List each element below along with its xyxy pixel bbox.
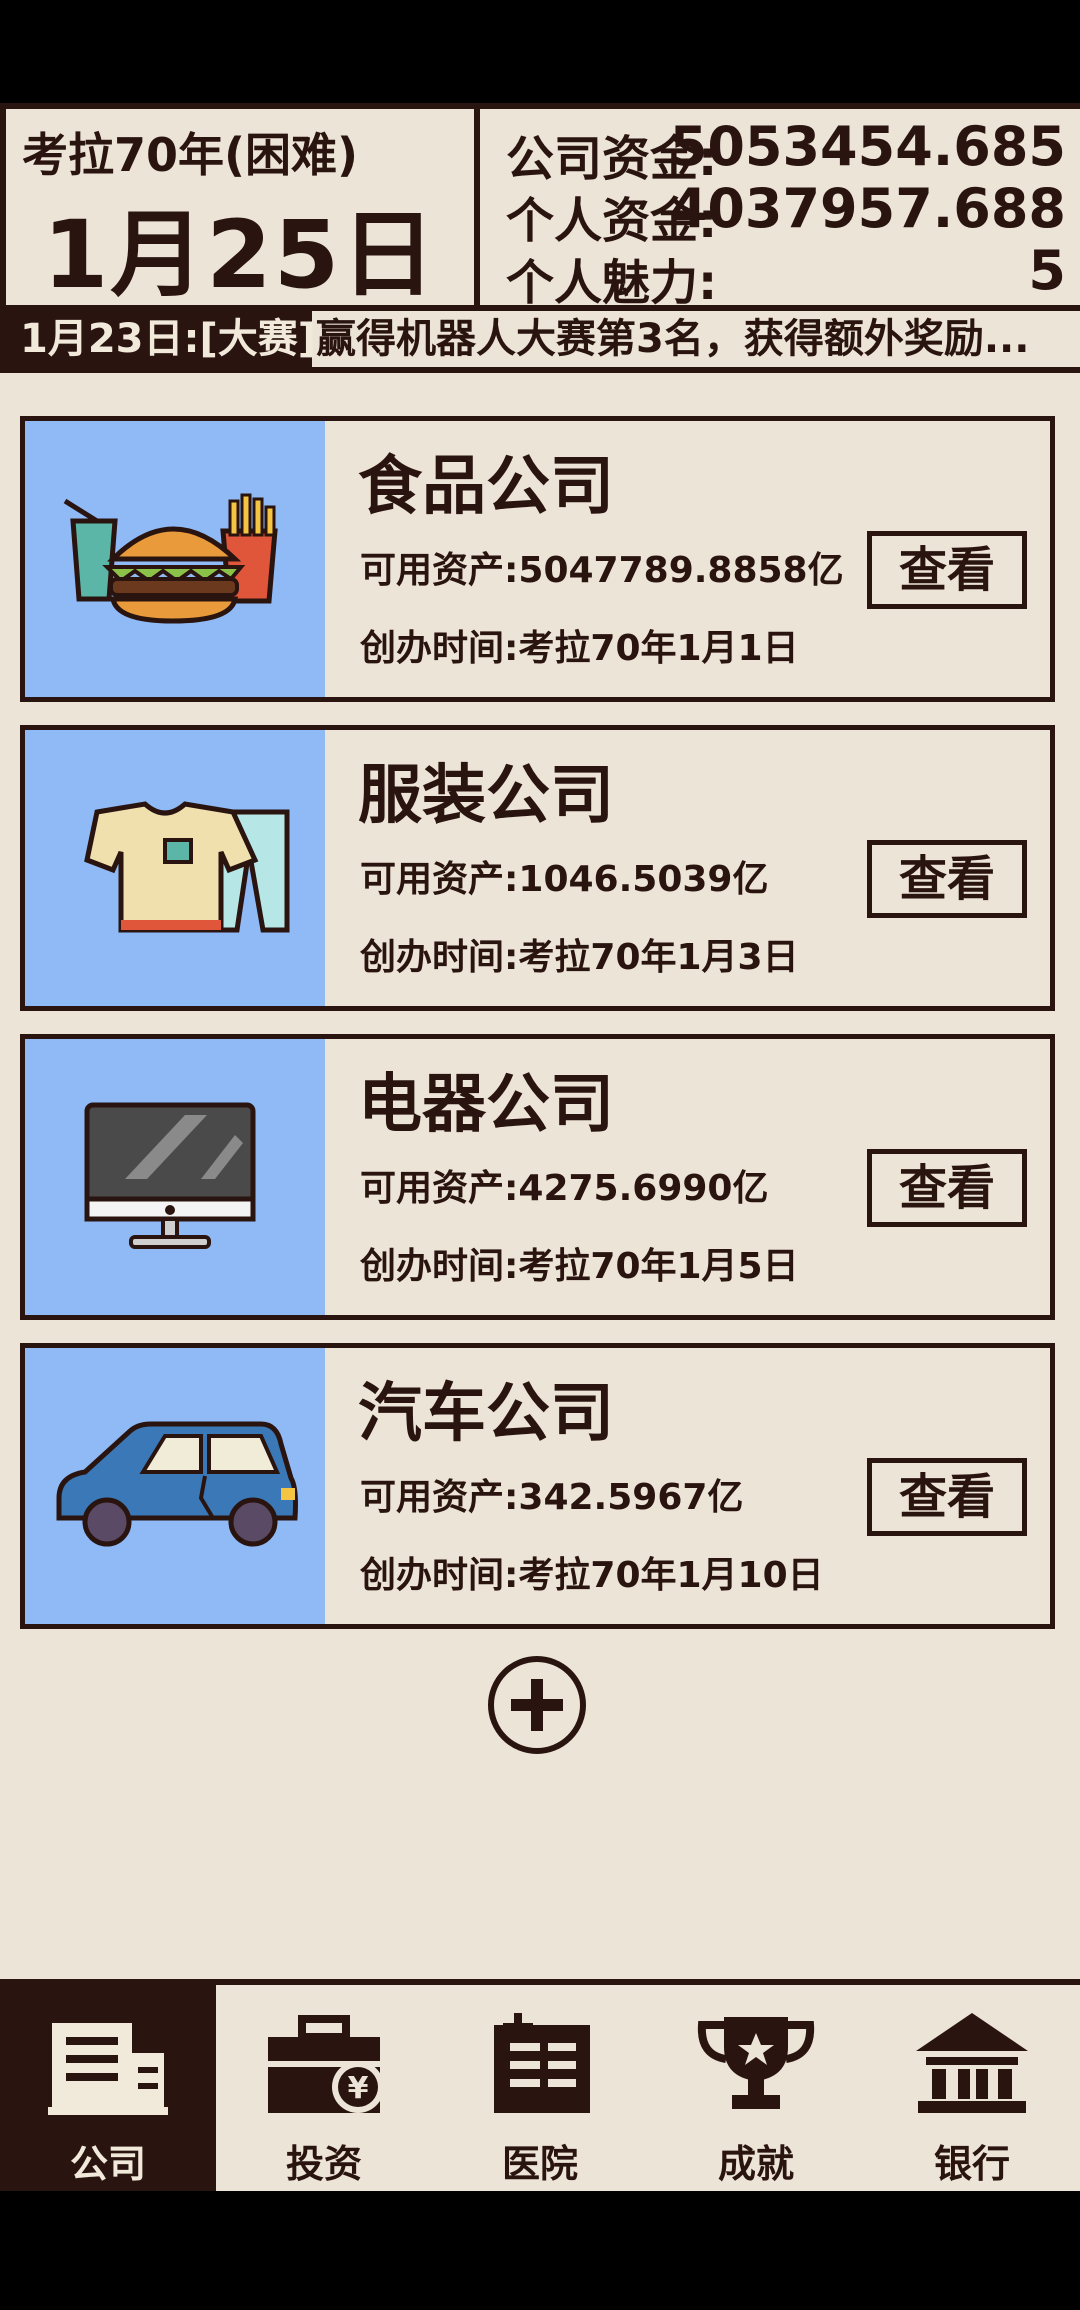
- ticker-text: 赢得机器人大赛第3名，获得额外奖励...: [316, 316, 1030, 362]
- bottom-nav: 公司 ¥ 投资 医院 成就 银行: [0, 1979, 1080, 2191]
- company-card-car: 汽车公司 可用资产:342.5967亿 创办时间:考拉70年1月10日 查看: [20, 1343, 1055, 1629]
- charisma-value: 5: [1028, 239, 1066, 302]
- company-assets: 可用资产:1046.5039亿: [360, 859, 769, 900]
- svg-text:¥: ¥: [348, 2071, 369, 2106]
- company-name: 汽车公司: [358, 1377, 614, 1451]
- company-assets: 可用资产:342.5967亿: [360, 1477, 744, 1518]
- view-car-company-button[interactable]: 查看: [867, 1458, 1027, 1536]
- food-icon: [63, 493, 278, 624]
- company-assets: 可用资产:4275.6990亿: [360, 1168, 769, 1209]
- funds-panel: 公司资金: 5053454.685 个人资金: 4037957.688 个人魅力…: [486, 109, 1080, 311]
- nav-company[interactable]: 公司: [0, 1985, 216, 2191]
- company-funds-value: 5053454.685: [669, 115, 1066, 178]
- monitor-icon: [84, 1102, 256, 1249]
- building-icon: [48, 2023, 168, 2115]
- news-ticker[interactable]: 1月23日:[大赛] 赢得机器人大赛第3名，获得额外奖励...: [0, 311, 1080, 373]
- screen: 考拉70年(困难) 1月25日 公司资金: 5053454.685 个人资金: …: [0, 0, 1080, 2310]
- app-root: 考拉70年(困难) 1月25日 公司资金: 5053454.685 个人资金: …: [0, 103, 1080, 2191]
- status-header: 考拉70年(困难) 1月25日 公司资金: 5053454.685 个人资金: …: [0, 103, 1080, 311]
- nav-bank[interactable]: 银行: [864, 1985, 1080, 2191]
- food-image: [25, 421, 325, 697]
- nav-invest[interactable]: ¥ 投资: [216, 1985, 432, 2191]
- add-company-button[interactable]: [487, 1655, 587, 1755]
- company-assets: 可用资产:5047789.8858亿: [360, 550, 844, 591]
- company-name: 电器公司: [358, 1068, 614, 1142]
- ticker-date: 1月23日:[大赛]: [0, 311, 316, 367]
- company-founded: 创办时间:考拉70年1月5日: [360, 1246, 799, 1287]
- car-image: [25, 1348, 325, 1624]
- nav-label: 医院: [501, 2142, 578, 2186]
- nav-label: 成就: [717, 2142, 794, 2186]
- electronics-image: [25, 1039, 325, 1315]
- company-name: 服装公司: [358, 759, 614, 833]
- charisma-label: 个人魅力:: [506, 255, 718, 311]
- company-card-electronics: 电器公司 可用资产:4275.6990亿 创办时间:考拉70年1月5日 查看: [20, 1034, 1055, 1320]
- charisma-row: 个人魅力: 5: [506, 239, 1066, 311]
- personal-funds-row: 个人资金: 4037957.688: [506, 177, 1066, 249]
- clothing-image: [25, 730, 325, 1006]
- personal-funds-value: 4037957.688: [669, 177, 1066, 240]
- briefcase-yen-icon: ¥: [268, 2015, 384, 2113]
- car-icon: [56, 1421, 298, 1547]
- nav-hospital[interactable]: 医院: [432, 1985, 648, 2191]
- nav-label: 公司: [69, 2142, 146, 2186]
- nav-label: 银行: [933, 2142, 1010, 2186]
- view-food-company-button[interactable]: 查看: [867, 531, 1027, 609]
- year-label: 考拉70年(困难): [22, 128, 359, 182]
- date-panel: 考拉70年(困难) 1月25日: [0, 109, 480, 310]
- company-funds-row: 公司资金: 5053454.685: [506, 115, 1066, 187]
- current-date: 1月25日: [42, 201, 438, 310]
- company-founded: 创办时间:考拉70年1月10日: [360, 1555, 824, 1596]
- company-founded: 创办时间:考拉70年1月1日: [360, 628, 799, 669]
- hospital-icon: [494, 2013, 590, 2113]
- plus-circle-icon: [488, 1656, 586, 1754]
- nav-label: 投资: [285, 2142, 362, 2186]
- view-electronics-company-button[interactable]: 查看: [867, 1149, 1027, 1227]
- trophy-icon: [697, 2017, 815, 2109]
- bank-icon: [916, 2013, 1028, 2113]
- company-card-clothing: 服装公司 可用资产:1046.5039亿 创办时间:考拉70年1月3日 查看: [20, 725, 1055, 1011]
- company-name: 食品公司: [358, 450, 614, 524]
- view-clothing-company-button[interactable]: 查看: [867, 840, 1027, 918]
- nav-achievements[interactable]: 成就: [648, 1985, 864, 2191]
- clothing-icon: [84, 801, 290, 933]
- company-card-food: 食品公司 可用资产:5047789.8858亿 创办时间:考拉70年1月1日 查…: [20, 416, 1055, 702]
- company-founded: 创办时间:考拉70年1月3日: [360, 937, 799, 978]
